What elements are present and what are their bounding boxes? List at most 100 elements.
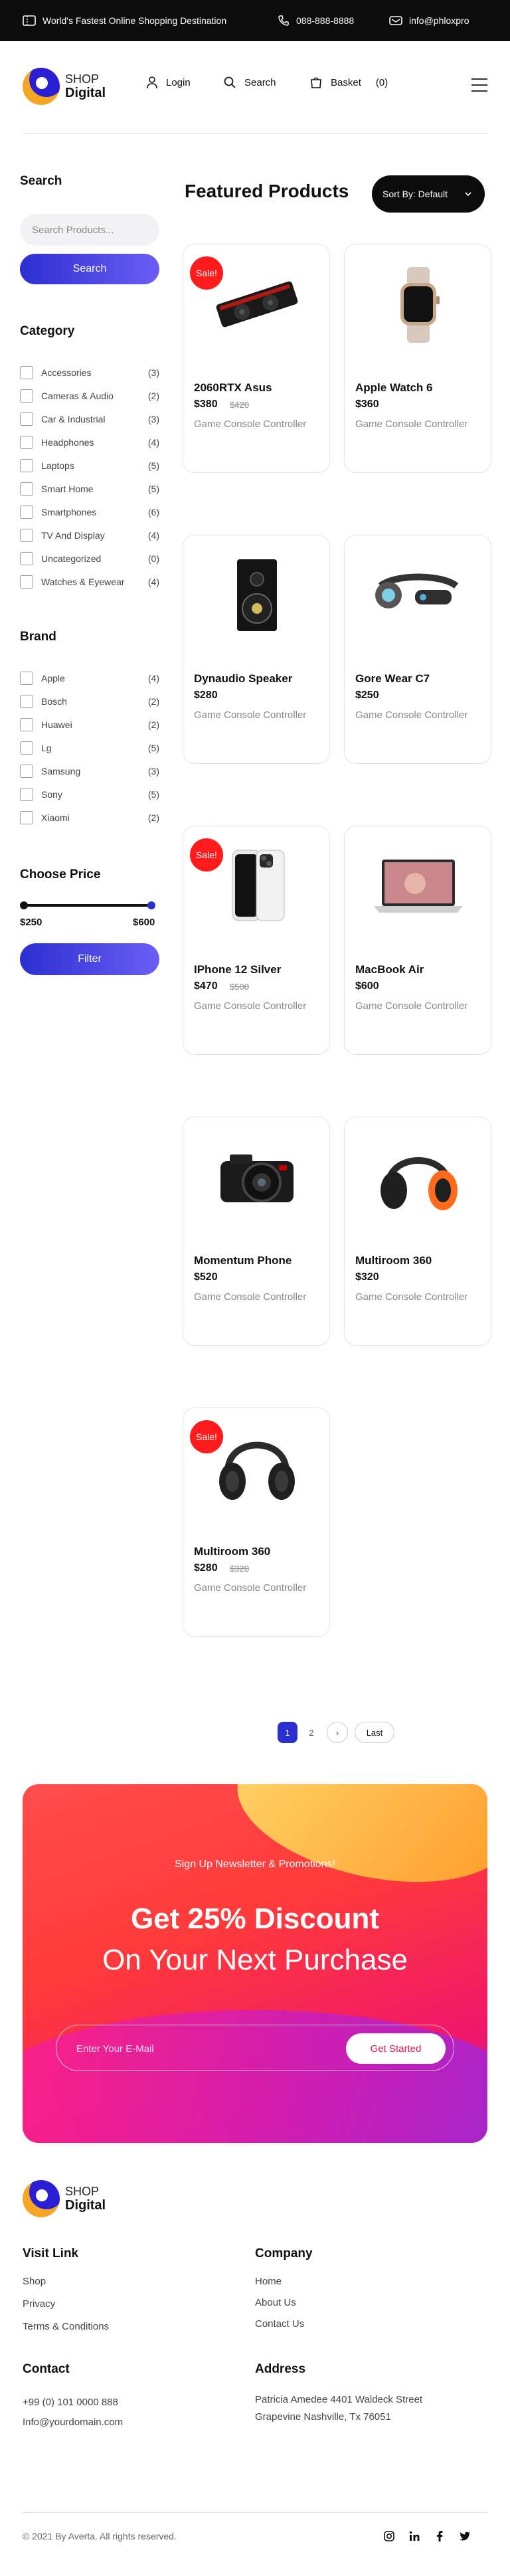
last-page-button[interactable]: Last: [355, 1722, 394, 1743]
logo-line2: Digital: [65, 86, 106, 100]
category-row[interactable]: Accessories (3): [20, 364, 159, 381]
logo[interactable]: SHOP Digital: [23, 68, 106, 105]
category-checkbox[interactable]: [20, 552, 33, 565]
product-description: Game Console Controller: [194, 1582, 307, 1594]
product-card[interactable]: Gore Wear C7 $250 Game Console Controller: [344, 535, 491, 764]
category-row[interactable]: Uncategorized (0): [20, 550, 159, 567]
product-card[interactable]: Sale! 2060RTX Asus $380 $420 Game Console Co…: [183, 244, 330, 473]
brand-row[interactable]: Huawei (2): [20, 716, 159, 733]
category-row[interactable]: Smart Home (5): [20, 480, 159, 498]
phone-text: 088-888-8888: [296, 15, 355, 26]
linkedin-icon[interactable]: [408, 2530, 421, 2543]
footer-link-about[interactable]: About Us: [255, 2297, 296, 2308]
product-card[interactable]: Sale! Multiroom 360 $280 $320 Game Console C…: [183, 1408, 330, 1637]
footer-link-privacy[interactable]: Privacy: [23, 2298, 55, 2310]
laptop-image[interactable]: [369, 846, 468, 926]
newsletter-email-input[interactable]: [76, 2039, 329, 2059]
contact-phone[interactable]: +99 (0) 101 0000 888: [23, 2397, 118, 2408]
category-checkbox[interactable]: [20, 436, 33, 449]
brand-checkbox[interactable]: [20, 672, 33, 685]
category-count: (4): [147, 530, 159, 541]
address-title: Address: [255, 2362, 306, 2376]
facebook-icon[interactable]: [433, 2530, 446, 2543]
product-name[interactable]: Apple Watch 6: [355, 381, 433, 395]
phone[interactable]: 088-888-8888: [278, 0, 354, 41]
next-page-button[interactable]: ›: [327, 1722, 348, 1743]
brand-label: Xiaomi: [41, 812, 70, 823]
product-name[interactable]: IPhone 12 Silver: [194, 963, 281, 976]
product-card[interactable]: Sale! IPhone 12 Silver $470 $500 Game Consol…: [183, 826, 330, 1055]
category-checkbox[interactable]: [20, 459, 33, 472]
brand-row[interactable]: Sony (5): [20, 786, 159, 803]
brand-checkbox[interactable]: [20, 811, 33, 824]
product-card[interactable]: Dynaudio Speaker $280 Game Console Control…: [183, 535, 330, 764]
category-checkbox[interactable]: [20, 482, 33, 496]
product-name[interactable]: Gore Wear C7: [355, 672, 430, 686]
category-checkbox[interactable]: [20, 575, 33, 589]
search-input[interactable]: [20, 214, 159, 246]
category-checkbox[interactable]: [20, 389, 33, 403]
filter-button[interactable]: Filter: [20, 943, 159, 975]
category-checkbox[interactable]: [20, 506, 33, 519]
footer-logo[interactable]: SHOP Digital: [23, 2180, 106, 2217]
product-name[interactable]: Momentum Phone: [194, 1254, 292, 1267]
price-max-handle[interactable]: [147, 901, 155, 909]
login-link[interactable]: Login: [146, 76, 191, 89]
brand-row[interactable]: Bosch (2): [20, 693, 159, 710]
category-row[interactable]: Watches & Eyewear (4): [20, 573, 159, 591]
footer-link-home[interactable]: Home: [255, 2276, 282, 2287]
page-2-button[interactable]: 2: [301, 1722, 321, 1743]
newsletter-headline-1: Get 25% Discount: [130, 1902, 380, 1935]
contact-email[interactable]: Info@yourdomain.com: [23, 2417, 123, 2428]
price-min-handle[interactable]: [20, 901, 28, 909]
product-card[interactable]: Multiroom 360 $320 Game Console Controller: [344, 1117, 491, 1346]
earbud-image[interactable]: [369, 555, 468, 635]
footer-link-shop[interactable]: Shop: [23, 2276, 46, 2287]
category-checkbox[interactable]: [20, 413, 33, 426]
brand-checkbox[interactable]: [20, 788, 33, 801]
category-checkbox[interactable]: [20, 366, 33, 379]
search-link[interactable]: Search: [223, 76, 276, 89]
category-row[interactable]: Laptops (5): [20, 457, 159, 474]
product-name[interactable]: Dynaudio Speaker: [194, 672, 292, 686]
brand-checkbox[interactable]: [20, 765, 33, 778]
product-card[interactable]: MacBook Air $600 Game Console Controller: [344, 826, 491, 1055]
menu-icon[interactable]: [471, 78, 487, 92]
camera-image[interactable]: [207, 1137, 307, 1217]
category-title: Category: [20, 324, 75, 338]
category-row[interactable]: Cameras & Audio (2): [20, 387, 159, 405]
category-checkbox[interactable]: [20, 529, 33, 542]
category-row[interactable]: Car & Industrial (3): [20, 411, 159, 428]
instagram-icon[interactable]: [382, 2530, 396, 2543]
brand-row[interactable]: Apple (4): [20, 670, 159, 687]
twitter-icon[interactable]: [458, 2530, 471, 2543]
speaker-image[interactable]: [207, 555, 307, 635]
email[interactable]: info@phloxpro: [389, 0, 469, 41]
brand-checkbox[interactable]: [20, 741, 33, 755]
category-row[interactable]: Smartphones (6): [20, 504, 159, 521]
product-name[interactable]: Multiroom 360: [355, 1254, 432, 1267]
page-1-button[interactable]: 1: [278, 1722, 298, 1743]
product-name[interactable]: 2060RTX Asus: [194, 381, 272, 395]
category-row[interactable]: Headphones (4): [20, 434, 159, 451]
get-started-button[interactable]: Get Started: [346, 2033, 446, 2064]
search-button[interactable]: Search: [20, 254, 159, 284]
search-icon: [224, 76, 236, 88]
brand-checkbox[interactable]: [20, 695, 33, 708]
sort-dropdown[interactable]: Sort By: Default: [372, 175, 485, 213]
category-row[interactable]: TV And Display (4): [20, 527, 159, 544]
brand-row[interactable]: Samsung (3): [20, 763, 159, 780]
product-name[interactable]: MacBook Air: [355, 963, 424, 976]
brand-row[interactable]: Xiaomi (2): [20, 809, 159, 826]
brand-row[interactable]: Lg (5): [20, 739, 159, 757]
product-name[interactable]: Multiroom 360: [194, 1545, 270, 1558]
price-range-track[interactable]: [21, 904, 151, 907]
product-card[interactable]: Apple Watch 6 $360 Game Console Controller: [344, 244, 491, 473]
brand-checkbox[interactable]: [20, 718, 33, 731]
footer-link-terms[interactable]: Terms & Conditions: [23, 2321, 109, 2332]
smartwatch-image[interactable]: [369, 264, 468, 344]
basket-link[interactable]: Basket (0): [309, 76, 388, 89]
product-card[interactable]: Momentum Phone $520 Game Console Controlle…: [183, 1117, 330, 1346]
headphones-orange-image[interactable]: [369, 1137, 468, 1217]
footer-link-contact[interactable]: Contact Us: [255, 2318, 304, 2330]
